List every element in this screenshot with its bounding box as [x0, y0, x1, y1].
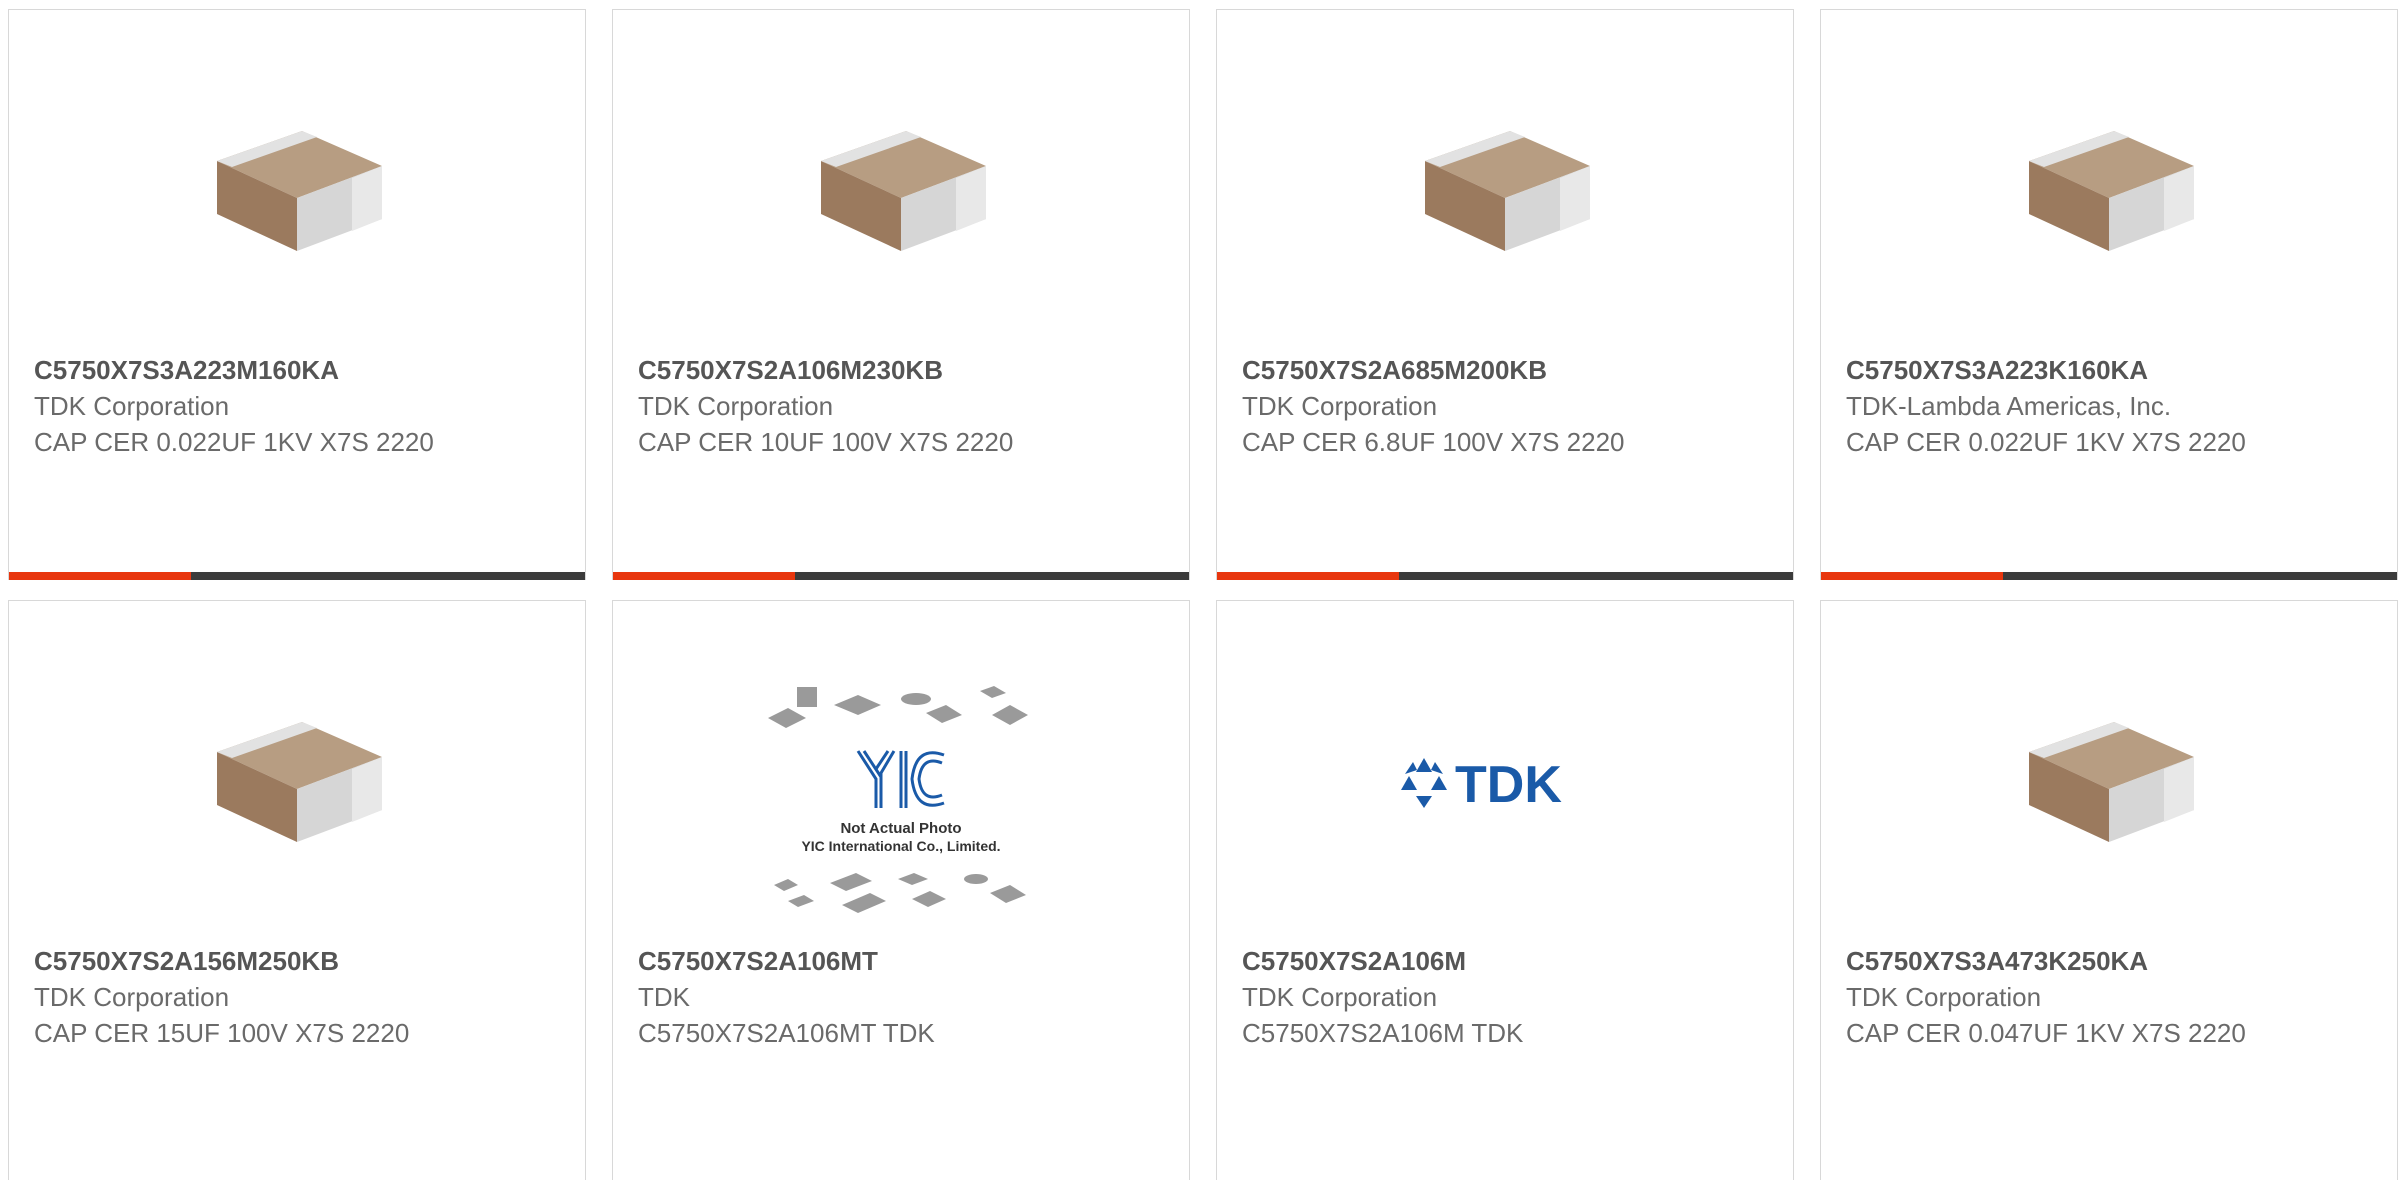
product-card[interactable]: C5750X7S3A223M160KA TDK Corporation CAP … [8, 9, 586, 580]
product-image[interactable] [2003, 85, 2215, 297]
product-image[interactable] [191, 676, 403, 888]
product-card[interactable]: C5750X7S2A156M250KB TDK Corporation CAP … [8, 600, 586, 1180]
product-grid: C5750X7S3A223M160KA TDK Corporation CAP … [0, 0, 2400, 1180]
product-image[interactable] [2003, 676, 2215, 888]
card-footer-accent [613, 572, 795, 580]
manufacturer-label: TDK Corporation [1242, 391, 1438, 421]
product-card[interactable]: Not Actual Photo YIC International Co., … [612, 600, 1190, 1180]
part-number-link[interactable]: C5750X7S2A106M [1242, 943, 1642, 979]
yic-placeholder-icon: Not Actual Photo YIC International Co., … [768, 686, 1028, 913]
part-number-link[interactable]: C5750X7S3A223K160KA [1846, 352, 2246, 388]
manufacturer-label: TDK-Lambda Americas, Inc. [1846, 391, 2172, 421]
product-card[interactable]: TDK C5750X7S2A106M TDK Corporation C5750… [1216, 600, 1794, 1180]
manufacturer-label: TDK Corporation [638, 391, 834, 421]
capacitor-chip-icon [1425, 131, 1590, 251]
capacitor-chip-icon [821, 131, 986, 251]
product-card[interactable]: C5750X7S3A223K160KA TDK-Lambda Americas,… [1820, 9, 2398, 580]
product-card[interactable]: C5750X7S3A473K250KA TDK Corporation CAP … [1820, 600, 2398, 1180]
product-image[interactable] [795, 85, 1007, 297]
manufacturer-label: TDK Corporation [1242, 982, 1438, 1012]
part-number-link[interactable]: C5750X7S2A106MT [638, 943, 1038, 979]
card-footer-bar [9, 572, 585, 580]
product-image[interactable]: Not Actual Photo YIC International Co., … [766, 683, 1036, 923]
part-number-link[interactable]: C5750X7S2A106M230KB [638, 352, 1038, 388]
product-info: C5750X7S3A473K250KA TDK Corporation CAP … [1846, 943, 2246, 1051]
product-image[interactable] [1399, 85, 1611, 297]
part-number-link[interactable]: C5750X7S2A156M250KB [34, 943, 434, 979]
product-image[interactable] [191, 85, 403, 297]
description-label: CAP CER 0.022UF 1KV X7S 2220 [1846, 427, 2246, 457]
card-footer-accent [1217, 572, 1399, 580]
capacitor-chip-icon [2029, 131, 2194, 251]
description-label: CAP CER 10UF 100V X7S 2220 [638, 427, 1014, 457]
card-footer-bar [1217, 572, 1793, 580]
product-info: C5750X7S2A156M250KB TDK Corporation CAP … [34, 943, 434, 1051]
part-number-link[interactable]: C5750X7S2A685M200KB [1242, 352, 1642, 388]
card-footer-bar [613, 572, 1189, 580]
card-footer-accent [9, 572, 191, 580]
yic-logo-text: Not Actual Photo [840, 820, 961, 837]
capacitor-chip-icon [2029, 722, 2194, 842]
product-info: C5750X7S2A106M230KB TDK Corporation CAP … [638, 352, 1038, 460]
product-card[interactable]: C5750X7S2A106M230KB TDK Corporation CAP … [612, 9, 1190, 580]
description-label: CAP CER 0.047UF 1KV X7S 2220 [1846, 1018, 2246, 1048]
description-label: C5750X7S2A106MT TDK [638, 1018, 935, 1048]
product-info: C5750X7S2A106MT TDK C5750X7S2A106MT TDK [638, 943, 1038, 1051]
manufacturer-label: TDK Corporation [34, 391, 230, 421]
tdk-logo-text: TDK [1455, 756, 1562, 812]
manufacturer-label: TDK Corporation [1846, 982, 2042, 1012]
description-label: C5750X7S2A106M TDK [1242, 1018, 1524, 1048]
manufacturer-label: TDK [638, 982, 690, 1012]
card-footer-bar [1821, 572, 2397, 580]
product-info: C5750X7S2A106M TDK Corporation C5750X7S2… [1242, 943, 1642, 1051]
description-label: CAP CER 6.8UF 100V X7S 2220 [1242, 427, 1625, 457]
tdk-logo-icon: TDK [1401, 756, 1562, 812]
description-label: CAP CER 15UF 100V X7S 2220 [34, 1018, 410, 1048]
part-number-link[interactable]: C5750X7S3A223M160KA [34, 352, 434, 388]
card-footer-accent [1821, 572, 2003, 580]
product-info: C5750X7S3A223K160KA TDK-Lambda Americas,… [1846, 352, 2246, 460]
manufacturer-label: TDK Corporation [34, 982, 230, 1012]
product-card[interactable]: C5750X7S2A685M200KB TDK Corporation CAP … [1216, 9, 1794, 580]
part-number-link[interactable]: C5750X7S3A473K250KA [1846, 943, 2246, 979]
product-image[interactable]: TDK [1399, 676, 1611, 888]
description-label: CAP CER 0.022UF 1KV X7S 2220 [34, 427, 434, 457]
product-info: C5750X7S3A223M160KA TDK Corporation CAP … [34, 352, 434, 460]
product-info: C5750X7S2A685M200KB TDK Corporation CAP … [1242, 352, 1642, 460]
capacitor-chip-icon [217, 722, 382, 842]
capacitor-chip-icon [217, 131, 382, 251]
yic-company-text: YIC International Co., Limited. [801, 838, 1000, 854]
